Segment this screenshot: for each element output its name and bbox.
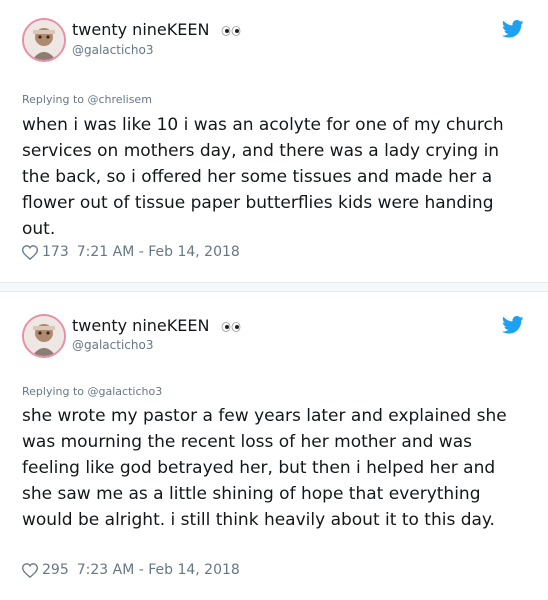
display-name-text[interactable]: twenty nineKEEN: [72, 20, 209, 39]
eyes-emoji-icon: [221, 21, 241, 40]
display-name[interactable]: twenty nineKEEN: [72, 20, 241, 40]
tweet-text: she wrote my pastor a few years later an…: [22, 406, 507, 530]
tweet-text: when i was like 10 i was an acolyte for …: [22, 115, 504, 239]
twitter-bird-icon[interactable]: [502, 316, 524, 334]
handle[interactable]: @galacticho3: [72, 338, 153, 352]
timestamp[interactable]: 7:23 AM - Feb 14, 2018: [77, 562, 240, 578]
heart-icon[interactable]: [22, 562, 38, 578]
tweet-card: twenty nineKEEN @galacticho3 Replying to…: [0, 292, 548, 600]
tweet-card: twenty nineKEEN @galacticho3 Replying to…: [0, 0, 548, 282]
like-count: 295: [42, 562, 69, 578]
replying-to[interactable]: Replying to @chrelisem: [22, 93, 152, 106]
like-count: 173: [42, 244, 69, 260]
display-name-text[interactable]: twenty nineKEEN: [72, 316, 209, 335]
avatar[interactable]: [22, 18, 66, 62]
twitter-bird-icon[interactable]: [502, 20, 524, 38]
eyes-emoji-icon: [221, 317, 241, 336]
display-name[interactable]: twenty nineKEEN: [72, 316, 241, 336]
tweet-meta: 173 7:21 AM - Feb 14, 2018: [22, 244, 240, 260]
timestamp[interactable]: 7:21 AM - Feb 14, 2018: [77, 244, 240, 260]
replying-to[interactable]: Replying to @galacticho3: [22, 385, 162, 398]
divider: [0, 282, 548, 292]
handle[interactable]: @galacticho3: [72, 43, 153, 57]
heart-icon[interactable]: [22, 244, 38, 260]
tweet-meta: 295 7:23 AM - Feb 14, 2018: [22, 562, 240, 578]
avatar[interactable]: [22, 314, 66, 358]
